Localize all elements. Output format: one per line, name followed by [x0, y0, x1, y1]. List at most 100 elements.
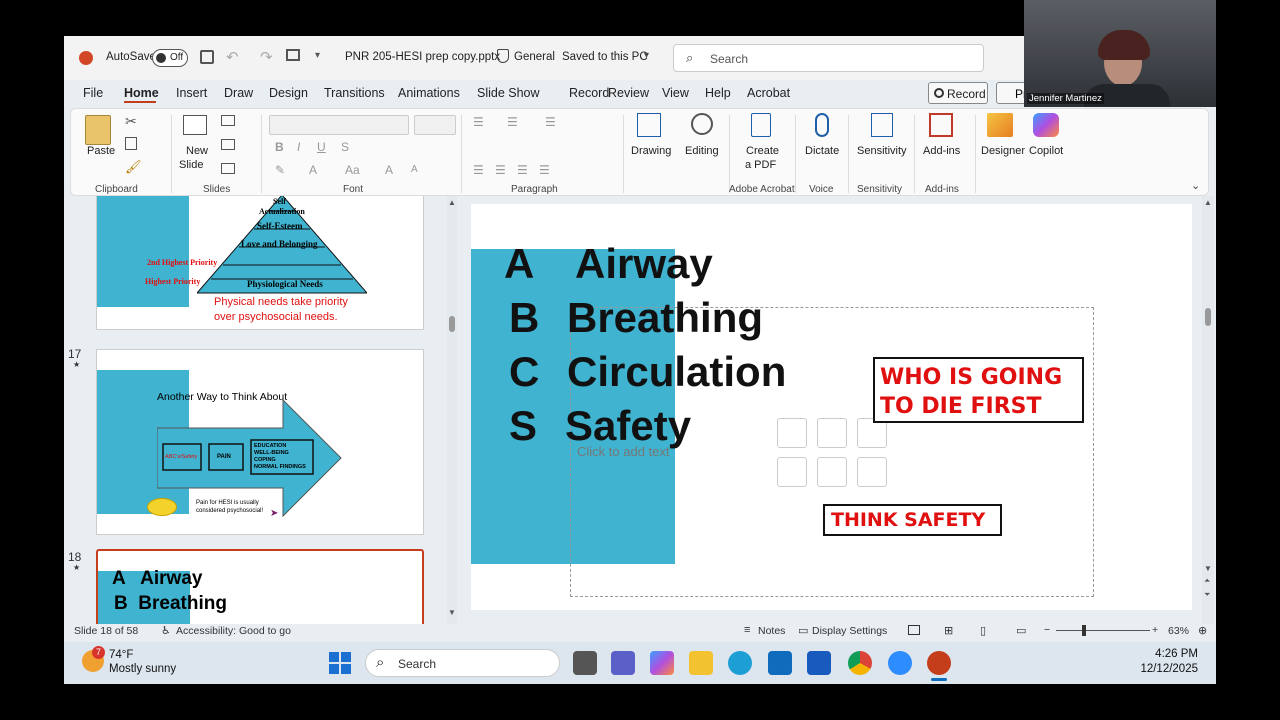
designer-label[interactable]: Designer: [981, 145, 1025, 157]
notes-icon[interactable]: ≡: [744, 624, 750, 636]
section-icon[interactable]: [221, 163, 235, 174]
sensitivity-icon[interactable]: [871, 113, 893, 137]
zoom-slider[interactable]: [1056, 630, 1150, 631]
save-icon[interactable]: [200, 50, 214, 64]
font-family-select[interactable]: [269, 115, 409, 135]
previous-slide-icon[interactable]: ⏶: [1204, 576, 1210, 586]
scroll-thumb[interactable]: [449, 316, 455, 332]
bold-icon[interactable]: B: [275, 140, 284, 154]
scroll-up-icon[interactable]: ▲: [1204, 198, 1212, 207]
zoom-icon[interactable]: [888, 651, 912, 675]
menu-transitions[interactable]: Transitions: [324, 86, 385, 100]
paste-icon[interactable]: [85, 115, 111, 145]
highlight-icon[interactable]: ✎: [275, 163, 285, 177]
insert-document-icon[interactable]: [817, 418, 847, 448]
new-slide-icon[interactable]: [183, 115, 207, 135]
slide-thumbnail-16[interactable]: Self Actualization Self-Esteem Love and …: [96, 196, 424, 330]
shrink-font-icon[interactable]: A: [411, 164, 418, 175]
add-ins-button-label[interactable]: Add-ins: [923, 145, 960, 157]
word-icon[interactable]: [807, 651, 831, 675]
sensitivity-label[interactable]: General: [514, 51, 555, 63]
menu-help[interactable]: Help: [705, 86, 731, 100]
menu-draw[interactable]: Draw: [224, 86, 253, 100]
drawing-icon[interactable]: [637, 113, 661, 137]
customize-toolbar-icon[interactable]: ▾: [315, 50, 320, 61]
editing-label[interactable]: Editing: [685, 145, 719, 157]
align-left-icon[interactable]: ☰: [473, 163, 484, 177]
teams-icon[interactable]: [611, 651, 635, 675]
font-color-icon[interactable]: A: [309, 163, 317, 177]
align-center-icon[interactable]: ☰: [495, 163, 506, 177]
copilot-icon[interactable]: [1033, 113, 1059, 137]
italic-icon[interactable]: I: [297, 140, 300, 154]
next-slide-icon[interactable]: ⏷: [1204, 590, 1210, 600]
accessibility-status[interactable]: Accessibility: Good to go: [176, 625, 291, 637]
designer-icon[interactable]: [987, 113, 1013, 137]
numbering-icon[interactable]: ☰: [507, 115, 518, 129]
windows-start-icon[interactable]: [329, 652, 351, 674]
taskbar-search-input[interactable]: ⌕ Search: [365, 649, 560, 677]
create-pdf-label[interactable]: Create: [746, 145, 779, 157]
reset-icon[interactable]: [221, 139, 235, 150]
autosave-toggle[interactable]: Off: [152, 49, 188, 67]
menu-review[interactable]: Review: [608, 86, 649, 100]
cut-icon[interactable]: ✂: [125, 113, 137, 130]
slide-sorter-icon[interactable]: ⊞: [944, 624, 953, 637]
zoom-in-icon[interactable]: +: [1152, 624, 1158, 636]
present-from-start-icon[interactable]: [286, 49, 300, 61]
new-slide-label-2[interactable]: Slide: [179, 159, 203, 171]
paste-button-label[interactable]: Paste: [87, 145, 115, 157]
insert-picture-icon[interactable]: [777, 418, 807, 448]
create-pdf-icon[interactable]: [751, 113, 771, 137]
microphone-icon[interactable]: [815, 113, 829, 137]
normal-view-icon[interactable]: [908, 625, 920, 635]
menu-record[interactable]: Record: [569, 86, 609, 100]
menu-slide-show[interactable]: Slide Show: [477, 86, 540, 100]
zoom-slider-thumb[interactable]: [1081, 625, 1086, 636]
notes-button[interactable]: Notes: [758, 625, 785, 637]
temperature[interactable]: 74°F: [109, 649, 133, 661]
menu-file[interactable]: File: [83, 86, 103, 100]
menu-acrobat[interactable]: Acrobat: [747, 86, 790, 100]
sensitivity-button-label[interactable]: Sensitivity: [857, 145, 907, 157]
chrome-icon[interactable]: [848, 651, 872, 675]
menu-design[interactable]: Design: [269, 86, 308, 100]
copilot-taskbar-icon[interactable]: [650, 651, 674, 675]
font-size-select[interactable]: [414, 115, 456, 135]
scroll-down-icon[interactable]: ▼: [1204, 564, 1212, 573]
redo-icon[interactable]: ↷: [260, 48, 273, 66]
drawing-label[interactable]: Drawing: [631, 145, 671, 157]
scroll-down-icon[interactable]: ▼: [448, 608, 456, 617]
menu-view[interactable]: View: [662, 86, 689, 100]
search-input[interactable]: ⌕ Search: [673, 44, 984, 72]
strikethrough-icon[interactable]: S: [341, 140, 349, 154]
menu-insert[interactable]: Insert: [176, 86, 207, 100]
task-view-icon[interactable]: [573, 651, 597, 675]
edge-icon[interactable]: [728, 651, 752, 675]
menu-home[interactable]: Home: [124, 86, 159, 100]
editing-icon[interactable]: [691, 113, 713, 135]
insert-chart-icon[interactable]: [857, 457, 887, 487]
copy-icon[interactable]: [125, 137, 137, 150]
change-case-icon[interactable]: Aa: [345, 163, 360, 177]
fit-to-window-icon[interactable]: ⊕: [1198, 624, 1207, 637]
clock-time[interactable]: 4:26 PM: [1144, 648, 1198, 660]
outlook-icon[interactable]: [768, 651, 792, 675]
insert-table-icon[interactable]: [817, 457, 847, 487]
slide-canvas[interactable]: Click to add text A Airway B Breathing C…: [471, 204, 1192, 610]
layout-icon[interactable]: [221, 115, 235, 126]
line-spacing-icon[interactable]: ☰: [545, 115, 556, 129]
underline-icon[interactable]: U: [317, 140, 326, 154]
scroll-thumb[interactable]: [1205, 308, 1211, 326]
format-painter-icon[interactable]: 🖌: [125, 159, 142, 175]
chevron-down-icon[interactable]: ▾: [644, 50, 649, 61]
collapse-ribbon-icon[interactable]: ⌄: [1191, 179, 1200, 192]
create-pdf-label-2[interactable]: a PDF: [745, 159, 776, 171]
insert-video-icon[interactable]: [777, 457, 807, 487]
zoom-level[interactable]: 63%: [1168, 625, 1189, 637]
weather-condition[interactable]: Mostly sunny: [109, 663, 176, 675]
align-right-icon[interactable]: ☰: [517, 163, 528, 177]
undo-icon[interactable]: ↶: [226, 48, 239, 66]
display-settings-button[interactable]: Display Settings: [812, 625, 887, 637]
scroll-up-icon[interactable]: ▲: [448, 198, 456, 207]
